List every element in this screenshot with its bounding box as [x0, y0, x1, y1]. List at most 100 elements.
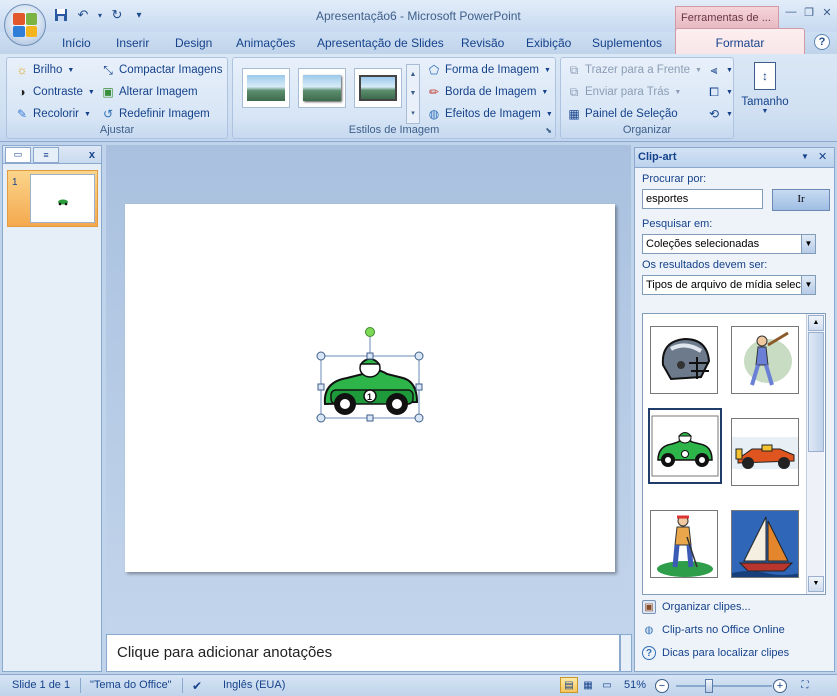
customize-qat-icon[interactable]: ▾ — [130, 7, 148, 23]
gallery-up-icon[interactable]: ▲ — [410, 71, 417, 78]
notes-scrollbar[interactable] — [620, 634, 632, 672]
tab-design[interactable]: Design — [175, 36, 212, 50]
recolorir-button[interactable]: ✎ Recolorir ▼ — [15, 107, 91, 121]
picture-styles-scroll[interactable]: ▲ ▼ ▾ — [406, 64, 420, 124]
trazer-frente-button[interactable]: ⧉ Trazer para a Frente ▼ — [567, 63, 702, 77]
tab-suplementos[interactable]: Suplementos — [592, 36, 662, 50]
tab-exibicao[interactable]: Exibição — [526, 36, 571, 50]
zoom-in-icon[interactable]: + — [773, 679, 787, 693]
brilho-label: Brilho — [33, 64, 63, 76]
close-clipart-icon[interactable]: ✕ — [818, 150, 827, 163]
results-scrollbar[interactable]: ▲ ▼ — [806, 314, 824, 594]
contraste-button[interactable]: ◑ Contraste ▼ — [15, 85, 94, 99]
tab-inserir[interactable]: Inserir — [116, 36, 149, 50]
close-pane-icon[interactable]: x — [89, 149, 95, 161]
picture-style-1[interactable] — [242, 68, 290, 108]
tab-formatar[interactable]: Formatar — [675, 28, 805, 55]
brightness-icon: ☼ — [16, 63, 28, 77]
borda-imagem-button[interactable]: ✏ Borda de Imagem ▼ — [427, 85, 548, 99]
slide-sorter-view-icon[interactable]: ▦ — [579, 677, 597, 693]
results-type-select[interactable]: Tipos de arquivo de mídia selecion — [642, 275, 816, 295]
align-button[interactable]: ⫷ ▼ — [707, 63, 733, 77]
office-button[interactable] — [4, 4, 46, 46]
search-in-dropdown-icon[interactable]: ▼ — [801, 235, 815, 253]
results-type-dropdown-icon[interactable]: ▼ — [801, 276, 815, 294]
picture-style-2[interactable] — [298, 68, 346, 108]
go-button[interactable]: Ir — [772, 189, 830, 211]
search-input[interactable]: esportes — [642, 189, 763, 209]
notes-pane[interactable]: Clique para adicionar anotações — [106, 634, 620, 672]
tab-inicio[interactable]: Início — [62, 36, 91, 50]
size-icon: ↕ — [754, 62, 776, 90]
slide-thumbnail[interactable]: 1 — [7, 170, 98, 227]
help-icon[interactable]: ? — [814, 34, 830, 50]
clip-sailboat[interactable] — [731, 510, 799, 578]
organizar-clipes-link[interactable]: ▣ Organizar clipes... — [642, 600, 751, 614]
restore-icon[interactable]: ❐ — [801, 4, 817, 20]
painel-label: Painel de Seleção — [585, 108, 678, 120]
spelling-check-icon[interactable]: ✔ — [192, 679, 202, 693]
borda-label: Borda de Imagem — [445, 86, 537, 98]
contraste-label: Contraste — [33, 86, 83, 98]
zoom-slider[interactable] — [676, 685, 772, 687]
tamanho-button[interactable]: ↕ Tamanho ▼ — [740, 57, 790, 139]
group-objects-button[interactable]: ⧠ ▼ — [707, 85, 733, 99]
minimize-icon[interactable]: — — [783, 4, 799, 20]
search-in-value: Coleções selecionadas — [646, 238, 760, 250]
zoom-slider-thumb[interactable] — [704, 679, 713, 693]
scroll-up-icon[interactable]: ▲ — [808, 315, 824, 331]
clipart-online-link[interactable]: ◍ Clip-arts no Office Online — [642, 623, 785, 637]
forma-imagem-button[interactable]: ⬠ Forma de Imagem ▼ — [427, 63, 551, 77]
group-label-organizar: Organizar — [622, 124, 672, 136]
language[interactable]: Inglês (EUA) — [223, 679, 285, 691]
clip-formula-car[interactable] — [731, 418, 799, 486]
picture-style-3[interactable] — [354, 68, 402, 108]
rotate-button[interactable]: ⟲ ▼ — [707, 107, 733, 121]
fit-to-window-icon[interactable]: ⛶ — [796, 677, 814, 693]
alterar-imagem-button[interactable]: ▣ Alterar Imagem — [101, 85, 197, 99]
undo-dropdown-icon[interactable]: ▾ — [96, 7, 104, 23]
race-car-clipart[interactable]: 1 — [125, 204, 615, 572]
slides-tab-icon[interactable]: ▭ — [5, 146, 31, 163]
redo-icon[interactable]: ↻ — [108, 7, 126, 23]
tab-apresentacao[interactable]: Apresentação de Slides — [317, 36, 444, 50]
zoom-level[interactable]: 51% — [624, 679, 646, 691]
efeitos-label: Efeitos de Imagem — [445, 108, 541, 120]
reset-picture-icon: ↺ — [102, 107, 114, 121]
clip-race-car[interactable] — [648, 408, 722, 484]
enviar-label: Enviar para Trás — [585, 86, 670, 98]
gallery-down-icon[interactable]: ▼ — [410, 90, 417, 97]
slideshow-view-icon[interactable]: ▭ — [598, 677, 616, 693]
dicas-link[interactable]: ? Dicas para localizar clipes — [642, 646, 789, 660]
slide-canvas[interactable]: 1 — [125, 204, 615, 572]
tab-animacoes[interactable]: Animações — [236, 36, 295, 50]
efeitos-imagem-button[interactable]: ◍ Efeitos de Imagem ▼ — [427, 107, 553, 121]
compactar-imagens-button[interactable]: ⤡ Compactar Imagens — [101, 63, 222, 77]
dialog-launcher-icon[interactable]: ⬊ — [545, 126, 552, 135]
brilho-button[interactable]: ☼ Brilho ▼ — [15, 63, 75, 77]
picture-effects-icon: ◍ — [428, 107, 440, 121]
outline-tab-icon[interactable]: ≡ — [33, 146, 59, 163]
redefinir-imagem-button[interactable]: ↺ Redefinir Imagem — [101, 107, 210, 121]
close-icon[interactable]: ✕ — [819, 4, 835, 20]
help-tips-icon: ? — [642, 646, 656, 660]
gallery-more-icon[interactable]: ▾ — [411, 109, 415, 117]
enviar-tras-button[interactable]: ⧉ Enviar para Trás ▼ — [567, 85, 682, 99]
undo-icon[interactable]: ↶ — [74, 7, 92, 23]
scroll-down-icon[interactable]: ▼ — [808, 576, 824, 592]
clipart-online-label: Clip-arts no Office Online — [662, 624, 785, 636]
save-icon[interactable] — [52, 7, 70, 23]
normal-view-icon[interactable]: ▤ — [560, 677, 578, 693]
svg-text:1: 1 — [367, 392, 372, 402]
pane-options-icon[interactable]: ▼ — [801, 152, 809, 161]
clip-football-helmet[interactable] — [650, 326, 718, 394]
scroll-thumb[interactable] — [808, 332, 824, 452]
tab-revisao[interactable]: Revisão — [461, 36, 504, 50]
painel-selecao-button[interactable]: ▦ Painel de Seleção — [567, 107, 678, 121]
search-in-select[interactable]: Coleções selecionadas — [642, 234, 816, 254]
clip-baseball-player[interactable] — [731, 326, 799, 394]
zoom-out-icon[interactable]: − — [655, 679, 669, 693]
office-online-icon: ◍ — [644, 624, 654, 636]
clip-golfer[interactable] — [650, 510, 718, 578]
rotate-icon: ⟲ — [708, 107, 720, 121]
